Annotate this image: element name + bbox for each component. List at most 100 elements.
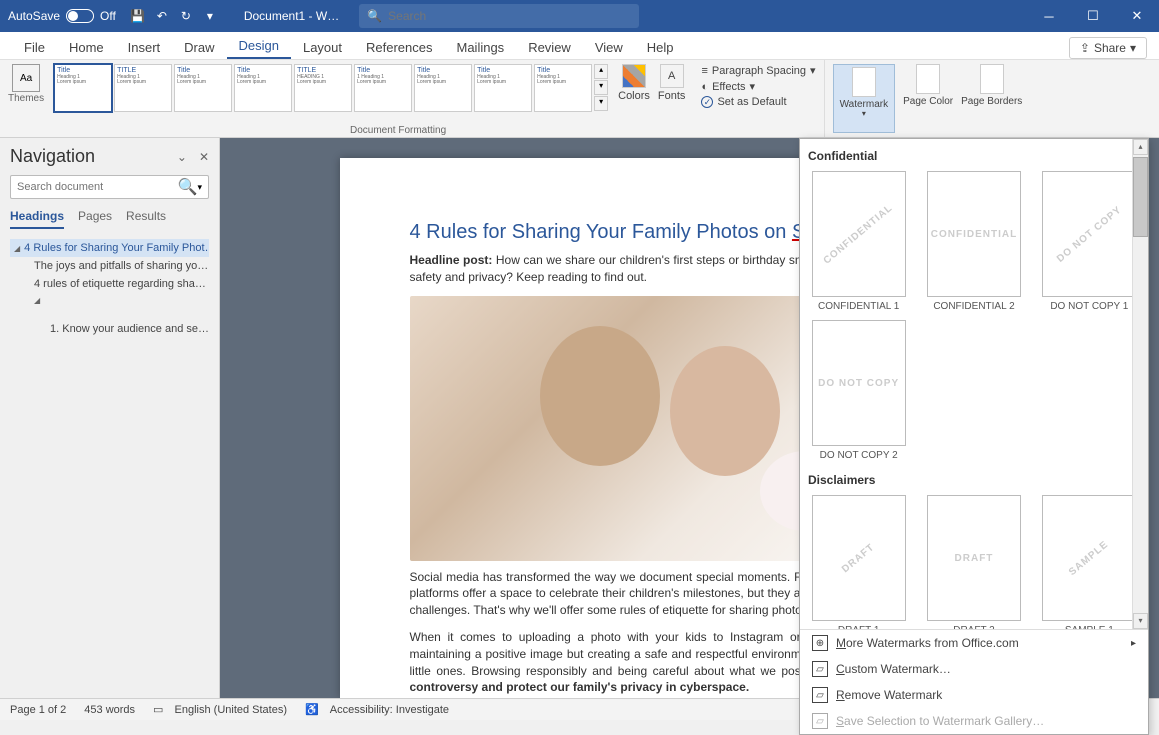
watermark-option[interactable]: CONFIDENTIALCONFIDENTIAL 2 bbox=[923, 171, 1024, 312]
tab-mailings[interactable]: Mailings bbox=[445, 36, 517, 59]
nav-search-input[interactable] bbox=[17, 181, 178, 193]
scroll-down-icon[interactable]: ▾ bbox=[1133, 613, 1148, 629]
nav-heading-item[interactable]: ◢ bbox=[10, 293, 209, 308]
paragraph-spacing-button[interactable]: ≡Paragraph Spacing▾ bbox=[701, 64, 815, 77]
window-controls: ─ ☐ ✕ bbox=[1027, 0, 1159, 32]
tab-layout[interactable]: Layout bbox=[291, 36, 354, 59]
wm-section-confidential: Confidential bbox=[806, 145, 1142, 167]
style-thumb[interactable]: TitleHeading 1Lorem ipsum bbox=[414, 64, 472, 112]
watermark-option[interactable]: DO NOT COPYDO NOT COPY 2 bbox=[808, 320, 909, 461]
language-status[interactable]: ▭ English (United States) bbox=[153, 703, 287, 716]
accessibility-icon: ♿ bbox=[305, 703, 319, 716]
style-thumb[interactable]: TitleHeading 1Lorem ipsum bbox=[174, 64, 232, 112]
wm-thumb-text: DRAFT bbox=[955, 553, 994, 564]
word-count[interactable]: 453 words bbox=[84, 704, 135, 716]
nav-heading-item[interactable]: 1. Know your audience and se… bbox=[10, 320, 209, 338]
page-color-label: Page Color bbox=[903, 96, 953, 107]
nav-heading-item[interactable]: 4 rules of etiquette regarding sha… bbox=[10, 275, 209, 293]
tab-design[interactable]: Design bbox=[227, 34, 291, 59]
nav-collapse-icon[interactable]: ⌄ bbox=[177, 150, 187, 164]
wm-menu-label: Remove Watermark bbox=[836, 688, 942, 702]
share-button[interactable]: ⇪ Share ▾ bbox=[1069, 37, 1147, 59]
style-thumb[interactable]: TitleHeading 1Lorem ipsum bbox=[54, 64, 112, 112]
doc-formatting-label: Document Formatting bbox=[350, 125, 446, 136]
scroll-up-icon[interactable]: ▴ bbox=[1133, 139, 1148, 155]
quick-access-toolbar: 💾 ↶ ↻ ▾ bbox=[124, 8, 224, 24]
tab-view[interactable]: View bbox=[583, 36, 635, 59]
accessibility-status[interactable]: ♿ Accessibility: Investigate bbox=[305, 703, 449, 716]
colors-button[interactable]: Colors bbox=[618, 64, 650, 133]
qat-more-icon[interactable]: ▾ bbox=[202, 8, 218, 24]
tab-file[interactable]: File bbox=[12, 36, 57, 59]
nav-close-icon[interactable]: ✕ bbox=[199, 150, 209, 164]
tab-draw[interactable]: Draw bbox=[172, 36, 226, 59]
watermark-option[interactable]: DRAFTDRAFT 1 bbox=[808, 495, 909, 629]
style-thumb[interactable]: TitleHeading 1Lorem ipsum bbox=[234, 64, 292, 112]
watermark-option[interactable]: SAMPLESAMPLE 1 bbox=[1039, 495, 1140, 629]
watermark-option[interactable]: DRAFT DRAFT 2 bbox=[923, 495, 1024, 629]
themes-button[interactable]: Aa Themes bbox=[0, 60, 52, 137]
ribbon-tabs: File Home Insert Draw Design Layout Refe… bbox=[0, 32, 1159, 60]
search-box[interactable]: 🔍 bbox=[359, 4, 639, 28]
effects-button[interactable]: ◐Effects▾ bbox=[701, 80, 815, 93]
tab-review[interactable]: Review bbox=[516, 36, 583, 59]
minimize-button[interactable]: ─ bbox=[1027, 0, 1071, 32]
set-default-label: Set as Default bbox=[717, 96, 786, 108]
wm-label: DRAFT 2 bbox=[953, 625, 995, 629]
nav-heading-item[interactable]: The joys and pitfalls of sharing yo… bbox=[10, 257, 209, 275]
autosave-state: Off bbox=[100, 9, 116, 23]
maximize-button[interactable]: ☐ bbox=[1071, 0, 1115, 32]
set-default-button[interactable]: ✓ Set as Default bbox=[701, 96, 815, 108]
autosave-toggle[interactable]: AutoSave Off bbox=[0, 9, 124, 23]
collapse-icon: ◢ bbox=[14, 244, 20, 253]
wm-menu-label: Save Selection to Watermark Gallery… bbox=[836, 714, 1044, 728]
wm-more-office[interactable]: ⊕MMore Watermarks from Office.comore Wat… bbox=[800, 630, 1148, 656]
nav-heading-item[interactable]: ◢ 4 Rules for Sharing Your Family Phot… bbox=[10, 239, 209, 257]
nav-item-label: 4 Rules for Sharing Your Family Phot… bbox=[24, 242, 209, 254]
redo-icon[interactable]: ↻ bbox=[178, 8, 194, 24]
scroll-up-icon[interactable]: ▴ bbox=[594, 64, 608, 79]
chevron-down-icon: ▾ bbox=[862, 110, 866, 119]
style-thumb[interactable]: TITLEHeading 1Lorem ipsum bbox=[114, 64, 172, 112]
style-thumb[interactable]: TitleHeading 1Lorem ipsum bbox=[474, 64, 532, 112]
style-thumb[interactable]: Title1 Heading 1Lorem ipsum bbox=[354, 64, 412, 112]
undo-icon[interactable]: ↶ bbox=[154, 8, 170, 24]
globe-icon: ⊕ bbox=[812, 635, 828, 651]
search-input[interactable] bbox=[388, 9, 631, 23]
share-label: Share bbox=[1094, 41, 1126, 55]
tab-home[interactable]: Home bbox=[57, 36, 116, 59]
style-thumb[interactable]: TitleHeading 1Lorem ipsum bbox=[534, 64, 592, 112]
nav-item-label: The joys and pitfalls of sharing yo… bbox=[34, 260, 208, 272]
search-icon[interactable]: 🔍 bbox=[178, 177, 198, 197]
wm-remove[interactable]: ▱Remove Watermark bbox=[800, 682, 1148, 708]
watermark-button[interactable]: Watermark ▾ bbox=[833, 64, 896, 133]
style-thumb[interactable]: TITLEHEADING 1Lorem ipsum bbox=[294, 64, 352, 112]
wm-thumb-text: CONFIDENTIAL bbox=[931, 229, 1017, 240]
document-formatting-gallery[interactable]: TitleHeading 1Lorem ipsum TITLEHeading 1… bbox=[52, 60, 610, 137]
wm-custom[interactable]: ▱Custom Watermark… bbox=[800, 656, 1148, 682]
tab-insert[interactable]: Insert bbox=[116, 36, 173, 59]
page-borders-button[interactable]: Page Borders bbox=[961, 64, 1022, 133]
check-icon: ✓ bbox=[701, 96, 713, 108]
page-borders-icon bbox=[980, 64, 1004, 94]
close-button[interactable]: ✕ bbox=[1115, 0, 1159, 32]
nav-tab-pages[interactable]: Pages bbox=[78, 209, 112, 229]
scroll-down-icon[interactable]: ▾ bbox=[594, 80, 608, 95]
wm-scrollbar[interactable]: ▴ ▾ bbox=[1132, 139, 1148, 629]
page-count[interactable]: Page 1 of 2 bbox=[10, 704, 66, 716]
watermark-option[interactable]: CONFIDENTIALCONFIDENTIAL 1 bbox=[808, 171, 909, 312]
gallery-scroll[interactable]: ▴ ▾ ▾ bbox=[594, 64, 608, 111]
tab-help[interactable]: Help bbox=[635, 36, 686, 59]
gallery-more-icon[interactable]: ▾ bbox=[594, 96, 608, 111]
tab-references[interactable]: References bbox=[354, 36, 444, 59]
chevron-down-icon[interactable]: ▾ bbox=[197, 182, 202, 193]
watermark-option[interactable]: DO NOT COPYDO NOT COPY 1 bbox=[1039, 171, 1140, 312]
nav-search[interactable]: 🔍 ▾ bbox=[10, 175, 209, 199]
page-color-button[interactable]: Page Color bbox=[903, 64, 953, 133]
scrollbar-thumb[interactable] bbox=[1133, 157, 1148, 237]
nav-tab-results[interactable]: Results bbox=[126, 209, 166, 229]
fonts-button[interactable]: A Fonts bbox=[658, 64, 686, 133]
save-icon[interactable]: 💾 bbox=[130, 8, 146, 24]
nav-tab-headings[interactable]: Headings bbox=[10, 209, 64, 229]
save-icon: ▱ bbox=[812, 713, 828, 729]
